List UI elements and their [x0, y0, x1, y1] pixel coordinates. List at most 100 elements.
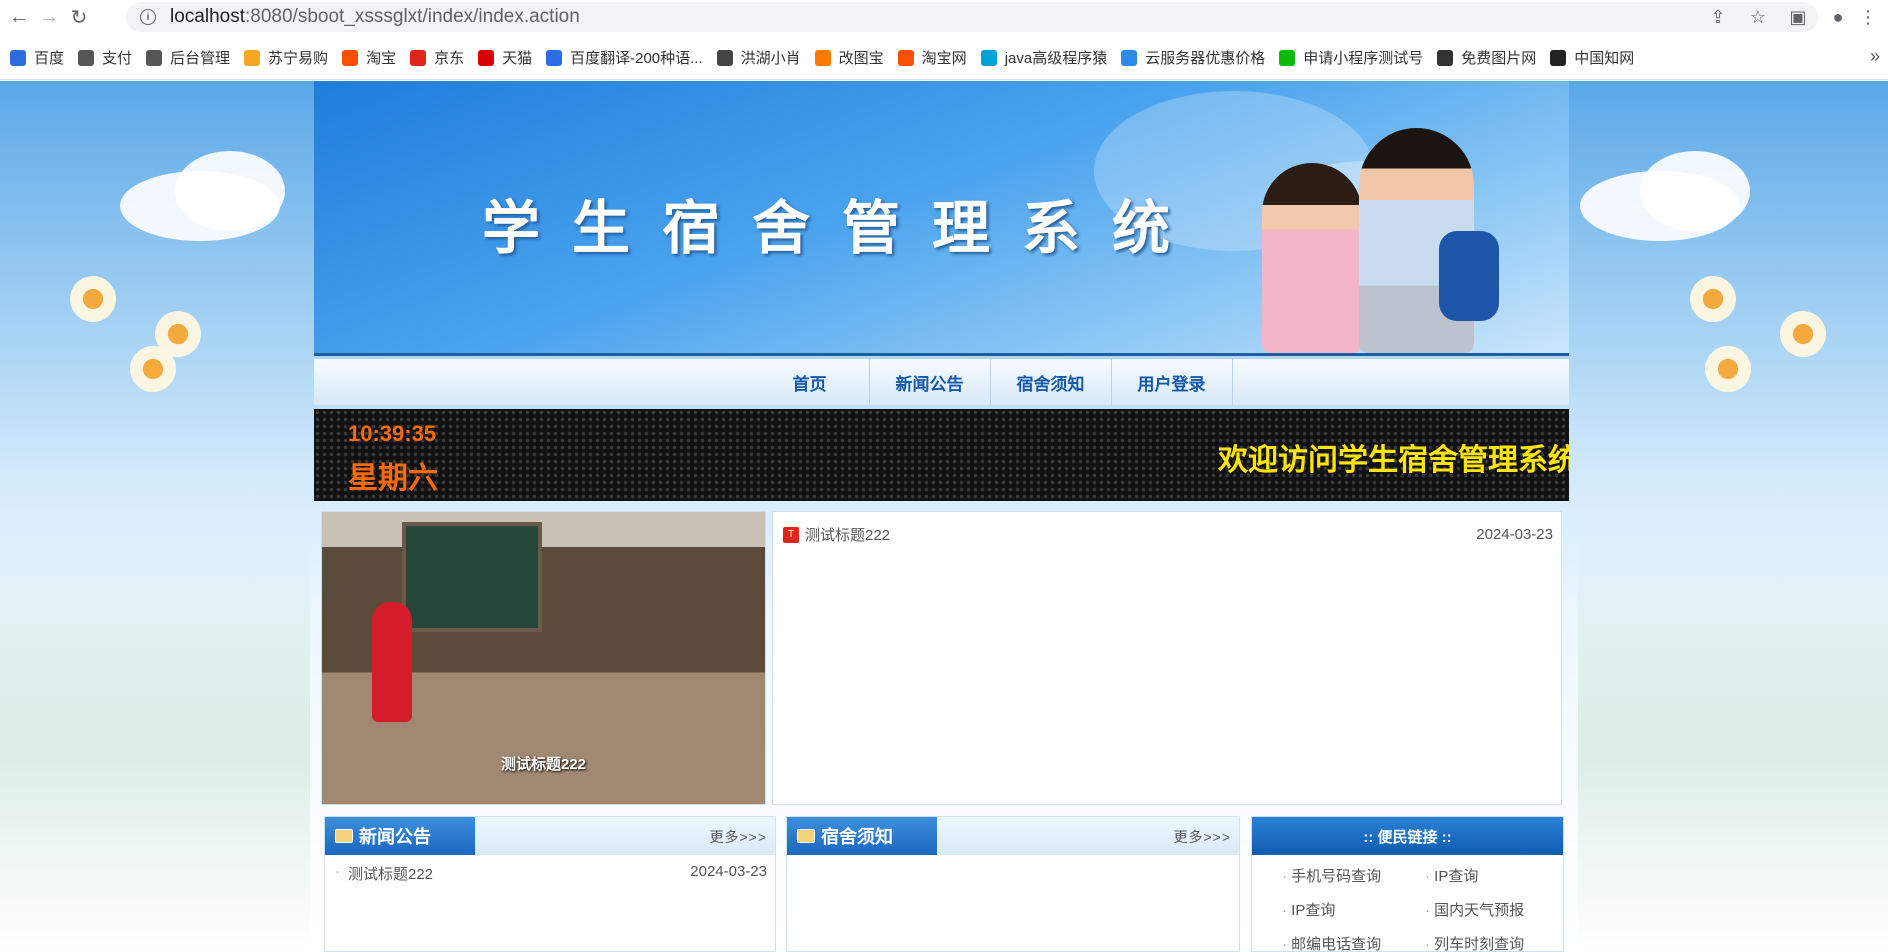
- bookmark-star-icon[interactable]: ☆: [1738, 0, 1778, 34]
- nav-news[interactable]: 新闻公告: [870, 359, 991, 405]
- bookmark-favicon-icon: [10, 49, 26, 66]
- bookmark-label: 免费图片网: [1461, 50, 1537, 67]
- links-grid: 手机号码查询 IP查询 IP查询 国内天气预报 邮编电话查询 列车时刻查询: [1252, 855, 1563, 952]
- news-title[interactable]: 测试标题222: [805, 524, 890, 545]
- bookmark-label: 百度: [34, 50, 65, 67]
- bookmark-favicon-icon: [1550, 49, 1567, 66]
- bookmark-label: 苏宁易购: [268, 50, 329, 67]
- cloud-decoration: [175, 151, 285, 231]
- link-ip-lookup[interactable]: IP查询: [1425, 865, 1545, 886]
- bookmark-favicon-icon: [478, 49, 495, 66]
- bookmark-item[interactable]: 淘宝网: [897, 47, 967, 68]
- flower-decoration: [1690, 276, 1736, 322]
- bookmark-item[interactable]: 免费图片网: [1437, 47, 1536, 68]
- bookmark-item[interactable]: 苏宁易购: [244, 47, 328, 68]
- list-item[interactable]: T 测试标题222 2024-03-23: [783, 524, 1553, 545]
- more-link[interactable]: 更多>>>: [709, 827, 767, 847]
- bookmark-label: 淘宝: [366, 50, 397, 67]
- flower-decoration: [1780, 311, 1826, 357]
- link-postcode[interactable]: 邮编电话查询: [1282, 933, 1425, 952]
- image-slider[interactable]: 测试标题222: [321, 511, 766, 805]
- panel-tab: 新闻公告: [325, 817, 475, 855]
- nav-home[interactable]: 首页: [751, 359, 870, 405]
- bookmark-item[interactable]: 百度: [10, 47, 64, 68]
- blackboard-image: [402, 522, 542, 632]
- grass-decoration: [1578, 532, 1888, 952]
- url-text[interactable]: localhost:8080/sboot_xsssglxt/index/inde…: [170, 6, 580, 28]
- panel-title: 宿舍须知: [821, 827, 893, 847]
- bookmark-label: 改图宝: [838, 50, 884, 67]
- bookmark-item[interactable]: 云服务器优惠价格: [1121, 47, 1265, 68]
- student-girl-image: [1262, 163, 1362, 353]
- bookmark-label: 洪湖小肖: [740, 50, 801, 67]
- site-info-icon[interactable]: i: [140, 9, 156, 25]
- bookmark-item[interactable]: 支付: [78, 47, 132, 68]
- nav-login[interactable]: 用户登录: [1112, 359, 1233, 405]
- slider-caption[interactable]: 测试标题222: [322, 753, 765, 774]
- bookmark-favicon-icon: [342, 49, 359, 66]
- bookmark-item[interactable]: 淘宝: [342, 47, 396, 68]
- links-panel: :: 便民链接 :: 手机号码查询 IP查询 IP查询 国内天气预报 邮编电话查…: [1251, 816, 1564, 952]
- bookmark-item[interactable]: 后台管理: [146, 47, 230, 68]
- share-icon[interactable]: ⇪: [1698, 0, 1738, 34]
- dorm-rules-panel: 宿舍须知 更多>>>: [786, 816, 1240, 952]
- bookmark-item[interactable]: java高级程序猿: [980, 47, 1108, 68]
- bookmark-favicon-icon: [78, 49, 95, 66]
- link-phone-lookup[interactable]: 手机号码查询: [1282, 865, 1425, 886]
- bookmark-label: 京东: [434, 50, 465, 67]
- more-link[interactable]: 更多>>>: [1173, 827, 1231, 847]
- bookmark-favicon-icon: [244, 49, 261, 66]
- bookmark-item[interactable]: 中国知网: [1550, 47, 1634, 68]
- book-icon: [797, 829, 815, 843]
- bookmark-label: 云服务器优惠价格: [1145, 50, 1266, 67]
- latest-news-box: T 测试标题222 2024-03-23: [772, 511, 1562, 805]
- bookmark-item[interactable]: 天猫: [478, 47, 532, 68]
- bookmark-favicon-icon: [546, 49, 563, 66]
- book-icon: [335, 829, 353, 843]
- address-bar[interactable]: i localhost:8080/sboot_xsssglxt/index/in…: [126, 2, 1818, 32]
- bookmark-label: 淘宝网: [921, 50, 967, 67]
- reload-icon[interactable]: ↻: [64, 2, 94, 32]
- back-icon[interactable]: ←: [4, 2, 34, 32]
- site-title: 学生宿舍管理系统: [482, 194, 1203, 262]
- bookmark-label: 后台管理: [170, 50, 231, 67]
- main-nav: 首页 新闻公告 宿舍须知 用户登录: [314, 359, 1569, 405]
- menu-icon[interactable]: ⋮: [1848, 0, 1888, 34]
- bookmark-label: 中国知网: [1574, 50, 1635, 67]
- welcome-marquee: 欢迎访问学生宿舍管理系统: [1218, 444, 1569, 477]
- browser-toolbar: ← → ↻ i localhost:8080/sboot_xsssglxt/in…: [0, 0, 1888, 34]
- forward-icon[interactable]: →: [34, 2, 64, 32]
- link-ip-lookup-2[interactable]: IP查询: [1282, 899, 1425, 920]
- bookmark-label: 支付: [102, 50, 133, 67]
- bookmark-favicon-icon: [814, 49, 831, 66]
- nav-dorm-rules[interactable]: 宿舍须知: [991, 359, 1112, 405]
- link-weather[interactable]: 国内天气预报: [1425, 899, 1545, 920]
- news-badge-icon: T: [783, 526, 799, 543]
- bookmark-item[interactable]: 改图宝: [814, 47, 884, 68]
- grass-decoration: [0, 532, 310, 952]
- bookmark-item[interactable]: 洪湖小肖: [716, 47, 801, 68]
- news-title[interactable]: 测试标题222: [348, 863, 433, 884]
- bookmark-label: 天猫: [502, 50, 533, 67]
- cloud-decoration: [1640, 151, 1750, 231]
- page-background: 学生宿舍管理系统 首页 新闻公告 宿舍须知 用户登录 10:39:35 星期六 …: [0, 81, 1888, 952]
- url-path: :8080/sboot_xsssglxt/index/index.action: [245, 6, 580, 27]
- bookmarks-more-icon[interactable]: »: [1870, 46, 1880, 67]
- side-panel-icon[interactable]: ▣: [1778, 0, 1818, 34]
- bookmark-label: java高级程序猿: [1004, 50, 1108, 67]
- panel-tab: 宿舍须知: [787, 817, 937, 855]
- bookmark-favicon-icon: [716, 49, 733, 66]
- bookmark-item[interactable]: 百度翻译-200种语...: [546, 47, 703, 68]
- backpack-image: [1439, 231, 1499, 321]
- list-item[interactable]: · 测试标题222 2024-03-23: [335, 863, 767, 884]
- bookmark-item[interactable]: 京东: [410, 47, 464, 68]
- url-host: localhost: [170, 6, 245, 27]
- bookmark-favicon-icon: [410, 49, 427, 66]
- links-title: :: 便民链接 ::: [1252, 817, 1563, 855]
- bookmark-favicon-icon: [146, 49, 163, 66]
- site-banner: 学生宿舍管理系统: [314, 81, 1569, 356]
- bookmark-item[interactable]: 申请小程序测试号: [1279, 47, 1423, 68]
- flower-decoration: [1705, 346, 1751, 392]
- link-train-schedule[interactable]: 列车时刻查询: [1425, 933, 1545, 952]
- bookmark-favicon-icon: [980, 49, 997, 66]
